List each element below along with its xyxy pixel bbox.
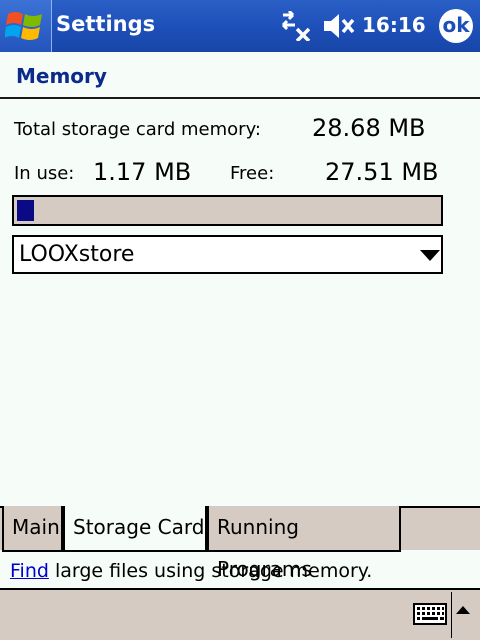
ok-button[interactable]: ok	[439, 9, 473, 43]
clock[interactable]: 16:16	[362, 13, 426, 37]
sip-divider	[451, 592, 452, 638]
find-hint: Find large files using storage memory.	[10, 560, 372, 582]
menu-bar	[0, 588, 480, 640]
connectivity-icon[interactable]	[279, 11, 313, 41]
free-value: 27.51 MB	[325, 158, 439, 186]
dropdown-arrow-icon[interactable]	[420, 250, 440, 262]
tab-bar: Main Storage Card Running Programs	[0, 506, 480, 581]
keyboard-icon[interactable]	[413, 602, 447, 626]
free-label: Free:	[230, 163, 275, 184]
memory-usage-fill	[17, 200, 34, 221]
windows-flag-icon	[5, 12, 42, 40]
header-divider	[0, 97, 480, 99]
volume-muted-icon[interactable]	[322, 11, 356, 41]
total-memory-value: 28.68 MB	[312, 114, 426, 142]
storage-card-select-value: LOOXstore	[19, 242, 135, 267]
title-bar: Settings 16:16 ok	[0, 0, 480, 52]
in-use-value: 1.17 MB	[93, 158, 192, 186]
find-hint-text: large files using storage memory.	[48, 560, 373, 582]
page-title: Memory	[16, 64, 107, 88]
tab-main[interactable]: Main	[2, 506, 63, 552]
find-link[interactable]: Find	[10, 560, 49, 582]
tab-running-programs[interactable]: Running Programs	[207, 506, 401, 581]
storage-card-select[interactable]: LOOXstore	[12, 235, 443, 274]
total-memory-label: Total storage card memory:	[14, 119, 261, 140]
memory-usage-bar	[12, 195, 443, 226]
app-title: Settings	[56, 12, 156, 36]
up-arrow-icon[interactable]	[456, 605, 470, 615]
tab-storage-card[interactable]: Storage Card	[63, 506, 207, 552]
in-use-label: In use:	[14, 163, 75, 184]
start-button[interactable]	[0, 0, 52, 52]
